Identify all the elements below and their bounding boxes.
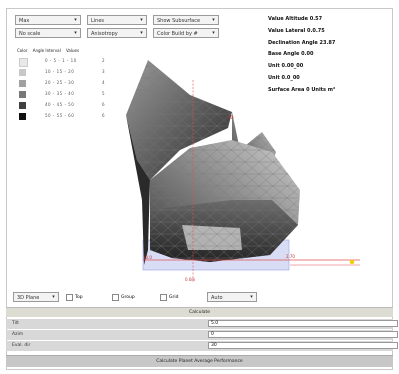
calculate-average-button[interactable]: Calculate Planet Average Performance (6, 355, 393, 367)
field-label: Tilt (12, 321, 19, 326)
calculate-panel: Calculate (6, 307, 393, 317)
dropdown-value: Auto (211, 295, 223, 301)
dropdown-zoom[interactable]: Auto ▾ (207, 292, 257, 302)
calculate-panel-title: Calculate (6, 307, 393, 317)
dropdown-plane-mode[interactable]: 3D Plane ▾ (13, 292, 59, 302)
viewport-marker-label: 2.70 (286, 254, 295, 259)
checkbox-grid[interactable] (160, 294, 167, 301)
checkbox-label: Group (121, 295, 135, 300)
azim-input[interactable]: 0 (208, 331, 398, 338)
checkbox-label: Top (75, 295, 83, 300)
field-label: Eval. dir (12, 343, 31, 348)
viewport-marker-label: 3D (228, 115, 234, 120)
checkbox-label: Grid (169, 295, 179, 300)
field-row-eval-dir: Eval. dir 30 (6, 341, 398, 351)
eval-dir-input[interactable]: 30 (208, 342, 398, 349)
app-window: Max ▾ Lines ▾ Show Subsurface ▾ No scale… (0, 0, 399, 374)
tilt-input[interactable]: 5.0 (208, 320, 398, 327)
chevron-down-icon: ▾ (52, 294, 55, 300)
field-row-azim: Azim 0 (6, 330, 398, 340)
field-label: Azim (12, 332, 24, 337)
dropdown-value: 3D Plane (17, 295, 40, 301)
viewport-marker-label: 0.0m (185, 277, 195, 282)
mesh-object[interactable] (126, 60, 300, 265)
checkbox-group[interactable] (112, 294, 119, 301)
viewport-marker-label: 10.0 (143, 255, 152, 260)
origin-marker-icon[interactable] (349, 259, 355, 265)
3d-viewport[interactable]: 3D 10.0 2.70 0.0m (0, 0, 399, 300)
field-row-tilt: Tilt 5.0 (6, 319, 398, 329)
checkbox-top[interactable] (66, 294, 73, 301)
chevron-down-icon: ▾ (250, 294, 253, 300)
